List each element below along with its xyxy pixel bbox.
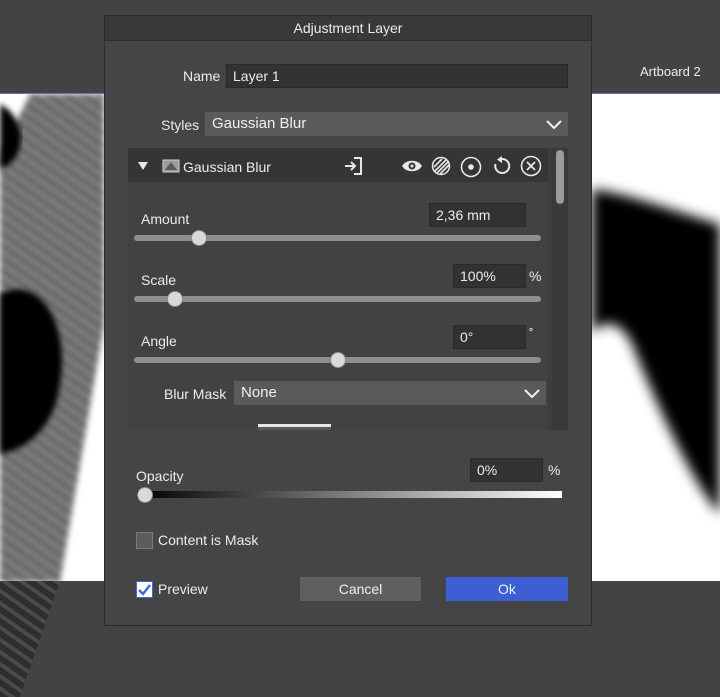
content-is-mask-label: Content is Mask: [158, 532, 259, 548]
scale-slider-track[interactable]: [134, 296, 541, 302]
import-icon[interactable]: [343, 156, 363, 176]
collapse-triangle-icon[interactable]: [137, 160, 149, 172]
effect-scrollbar[interactable]: [552, 148, 568, 430]
scale-label: Scale: [141, 272, 177, 288]
amount-slider-thumb[interactable]: [191, 230, 208, 246]
opacity-slider-thumb[interactable]: [137, 487, 153, 503]
blend-mode-icon[interactable]: [431, 156, 451, 176]
mask-preview-strip: [258, 424, 331, 430]
amount-input[interactable]: 2,36 mm: [429, 203, 526, 227]
preview-checkbox[interactable]: [136, 581, 153, 598]
name-label: Name: [183, 68, 221, 84]
opacity-label: Opacity: [136, 468, 184, 484]
target-icon[interactable]: [460, 156, 482, 178]
cancel-button[interactable]: Cancel: [300, 577, 421, 601]
angle-slider-thumb[interactable]: [329, 352, 346, 368]
angle-unit: ˚: [529, 326, 534, 342]
blur-mask-dropdown[interactable]: None: [234, 381, 546, 405]
chevron-down-icon: [546, 120, 562, 130]
chevron-down-icon: [524, 389, 540, 399]
scale-input[interactable]: 100%: [453, 264, 526, 288]
styles-label: Styles: [161, 117, 200, 133]
close-icon[interactable]: [520, 155, 542, 177]
scale-unit: %: [529, 268, 542, 284]
effect-title: Gaussian Blur: [183, 159, 271, 175]
styles-dropdown[interactable]: Gaussian Blur: [205, 112, 568, 136]
reset-icon[interactable]: [492, 156, 512, 176]
scrollbar-thumb[interactable]: [556, 150, 564, 204]
eye-icon[interactable]: [401, 158, 423, 174]
blur-effect-icon: [162, 159, 180, 173]
blur-mask-label: Blur Mask: [164, 386, 227, 402]
opacity-unit: %: [548, 462, 561, 478]
preview-label: Preview: [158, 581, 208, 597]
blur-mask-dropdown-value: None: [241, 384, 277, 401]
styles-dropdown-value: Gaussian Blur: [212, 115, 307, 132]
artboard-left: [0, 93, 104, 581]
dialog-titlebar[interactable]: Adjustment Layer: [105, 16, 591, 41]
name-input[interactable]: Layer 1: [226, 64, 568, 88]
angle-input[interactable]: 0°: [453, 325, 526, 349]
dialog-title: Adjustment Layer: [293, 20, 403, 36]
content-is-mask-checkbox[interactable]: [136, 532, 153, 549]
canvas-bottom-strip: [0, 581, 104, 697]
artboard-label: Artboard 2: [640, 64, 701, 79]
blurred-artwork-right: [592, 189, 720, 514]
checkmark-icon: [138, 584, 151, 596]
angle-label: Angle: [141, 333, 177, 349]
ok-button[interactable]: Ok: [446, 577, 568, 601]
artboard-right: [592, 93, 720, 581]
blurred-artwork-left: [0, 94, 104, 581]
opacity-input[interactable]: 0%: [470, 458, 543, 482]
amount-label: Amount: [141, 211, 190, 227]
scale-slider-thumb[interactable]: [166, 291, 183, 307]
opacity-slider-track[interactable]: [137, 491, 562, 498]
